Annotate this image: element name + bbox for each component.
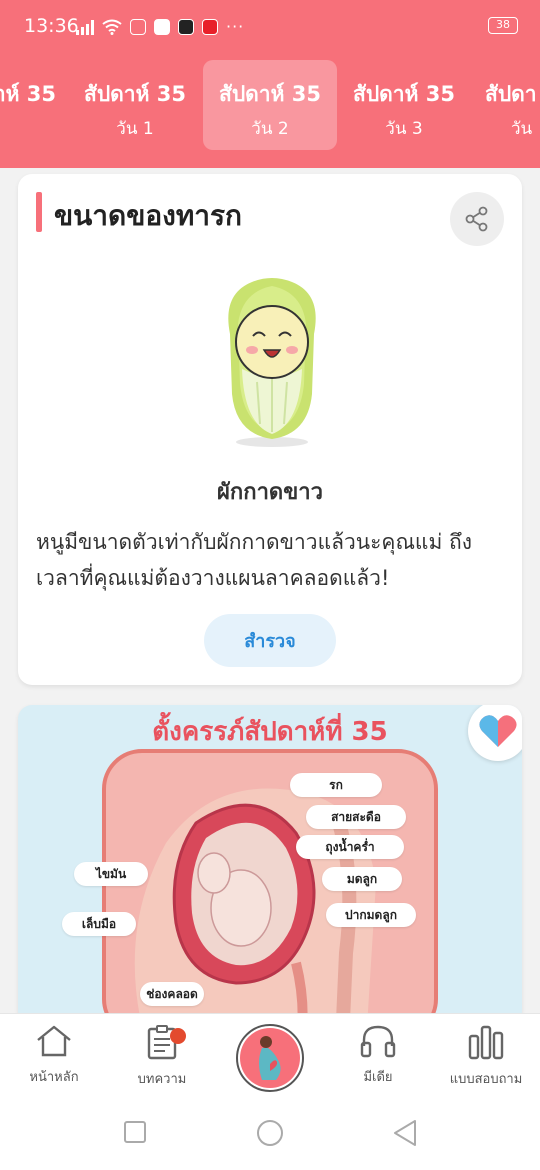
- label-cervix: ปากมดลูก: [326, 903, 416, 927]
- tab-day-label: วัน 3: [385, 119, 423, 139]
- tab-day-label: วัน 1: [116, 119, 154, 139]
- label-fat: ไขมัน: [74, 862, 148, 886]
- favorite-button[interactable]: [468, 705, 522, 761]
- share-button[interactable]: [450, 192, 504, 246]
- tab-week-label: สัปดาห์ 35: [219, 82, 321, 106]
- app-notification-icon: [130, 18, 146, 35]
- tiktok-icon: [178, 18, 194, 35]
- tab-week-label: าห์ 35: [0, 82, 56, 106]
- recent-apps-icon[interactable]: [123, 1120, 147, 1144]
- chinese-cabbage-image: [228, 278, 316, 447]
- system-navigation-bar: [0, 1100, 540, 1170]
- more-notifications-icon: ···: [226, 17, 245, 36]
- pregnancy-week-card[interactable]: ตั้งครรภ์สัปดาห์ที่ 35 รก สายสะดือ ถุงน้…: [18, 705, 522, 1025]
- status-icons: ···: [76, 17, 244, 36]
- tab-week-label: สัปดา: [485, 82, 537, 106]
- signal-icon: [76, 19, 94, 35]
- bar-chart-icon: [468, 1025, 504, 1060]
- explore-button[interactable]: สำรวจ: [204, 614, 336, 667]
- label-amniotic-sac: ถุงน้ำคร่ำ: [296, 835, 404, 859]
- tab-week-35-day-0[interactable]: าห์ 35: [0, 60, 68, 150]
- status-time: 13:36: [24, 15, 79, 37]
- pregnant-woman-graphic: [259, 1036, 281, 1080]
- size-description: หนูมีขนาดตัวเท่ากับผักกาดขาวแล้วนะคุณแม่…: [36, 530, 472, 590]
- pregnancy-home-button[interactable]: [236, 1024, 304, 1092]
- title-accent-bar: [36, 192, 42, 232]
- home-circle-icon[interactable]: [256, 1119, 284, 1147]
- tab-week-label: สัปดาห์ 35: [353, 82, 455, 106]
- heart-icon: [479, 715, 517, 747]
- line-icon: [154, 18, 170, 35]
- tab-week-35-day-1[interactable]: สัปดาห์ 35 วัน 1: [68, 60, 202, 150]
- label-umbilical-cord: สายสะดือ: [306, 805, 406, 829]
- card-title: ขนาดของทารก: [54, 199, 242, 232]
- label-uterus: มดลูก: [322, 867, 402, 891]
- label-fingernails: เล็บมือ: [62, 912, 136, 936]
- tab-week-35-day-4[interactable]: สัปดา วัน: [472, 60, 540, 150]
- wifi-icon: [102, 19, 122, 35]
- nav-home-label: หน้าหลัก: [29, 1070, 79, 1085]
- nav-survey-label: แบบสอบถาม: [449, 1072, 523, 1087]
- headphones-icon: [360, 1025, 396, 1058]
- tab-week-35-day-2[interactable]: สัปดาห์ 35 วัน 2: [203, 60, 337, 150]
- share-icon: [465, 206, 488, 232]
- label-placenta: รก: [290, 773, 382, 797]
- battery-icon: 38: [488, 17, 518, 34]
- nav-home[interactable]: หน้าหลัก: [4, 1024, 104, 1087]
- notification-badge: [170, 1028, 186, 1044]
- home-icon: [37, 1025, 71, 1057]
- tab-day-label: วัน 2: [251, 119, 289, 139]
- nav-articles[interactable]: บทความ: [112, 1024, 212, 1089]
- status-bar: 13:36 ··· 38: [0, 0, 540, 54]
- back-triangle-icon[interactable]: [392, 1119, 418, 1147]
- tab-week-35-day-3[interactable]: สัปดาห์ 35 วัน 3: [337, 60, 471, 150]
- nav-survey[interactable]: แบบสอบถาม: [436, 1024, 536, 1089]
- bottom-navigation: หน้าหลัก บทความ มีเดีย แบบสอบถาม: [0, 1013, 540, 1100]
- tab-day-label: วัน: [511, 119, 533, 139]
- week-day-tabs: าห์ 35 สัปดาห์ 35 วัน 1 สัปดาห์ 35 วัน 2…: [0, 60, 540, 152]
- nav-media-label: มีเดีย: [363, 1070, 393, 1085]
- pregnancy-week-title: ตั้งครรภ์สัปดาห์ที่ 35: [152, 717, 388, 747]
- nav-articles-label: บทความ: [137, 1072, 187, 1087]
- youtube-icon: [202, 18, 218, 35]
- app-header: 13:36 ··· 38 าห์ 35 สัปดาห์ 35 วัน 1 สัป…: [0, 0, 540, 168]
- baby-size-card: ขนาดของทารก ผักกาดขาว หนูมีขนาดตัวเท่ากั…: [18, 174, 522, 685]
- label-birth-canal: ช่องคลอด: [140, 982, 204, 1006]
- tab-week-label: สัปดาห์ 35: [84, 82, 186, 106]
- pregnant-woman-icon: [240, 1028, 300, 1088]
- vegetable-name: ผักกาดขาว: [217, 480, 323, 505]
- nav-media[interactable]: มีเดีย: [328, 1024, 428, 1087]
